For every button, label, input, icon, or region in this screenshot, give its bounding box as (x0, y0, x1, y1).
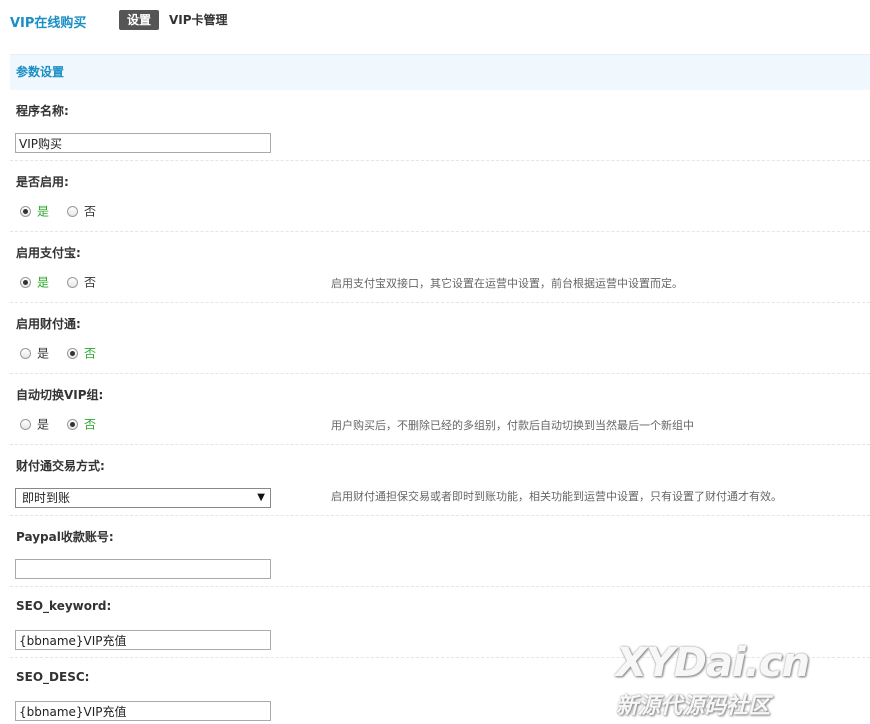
auto-switch-label: 自动切换VIP组: (16, 388, 104, 402)
top-nav: VIP在线购买 设置 VIP卡管理 (10, 0, 860, 40)
option-label: 否 (84, 275, 97, 290)
alipay-option-no[interactable]: 否 (67, 273, 96, 291)
row-tenpay: 启用财付通: 是 否 (10, 303, 870, 374)
tab-vip-card-management[interactable]: VIP卡管理 (169, 10, 228, 30)
tenpay-mode-value: 即时到账 (22, 491, 71, 505)
auto-switch-option-no[interactable]: 否 (67, 415, 96, 433)
enabled-option-yes[interactable]: 是 (20, 202, 49, 220)
enabled-option-no[interactable]: 否 (67, 202, 96, 220)
radio-checked-icon[interactable] (67, 419, 78, 430)
paypal-label: Paypal收款账号: (16, 530, 114, 544)
auto-switch-hint: 用户购买后，不删除已经的多组别，付款后自动切换到当然最后一个新组中 (331, 419, 694, 432)
option-label: 是 (37, 346, 50, 361)
option-label: 否 (84, 346, 97, 361)
tenpay-mode-hint: 启用财付通担保交易或者即时到账功能，相关功能到运营中设置，只有设置了财付通才有效… (331, 490, 782, 503)
row-alipay: 启用支付宝: 是 否 启用支付宝双接口，其它设置在运营中设置，前台根据运营中设置… (10, 232, 870, 303)
alipay-hint: 启用支付宝双接口，其它设置在运营中设置，前台根据运营中设置而定。 (331, 277, 683, 290)
watermark-line2: 新源代源码社区 (616, 694, 771, 719)
tenpay-mode-label: 财付通交易方式: (16, 459, 105, 473)
seo-keyword-input[interactable] (15, 630, 271, 650)
row-program-name: 程序名称: (10, 90, 870, 161)
program-name-label: 程序名称: (16, 104, 69, 118)
seo-desc-input[interactable] (15, 701, 271, 721)
option-label: 是 (37, 204, 50, 219)
alipay-label: 启用支付宝: (16, 246, 81, 260)
paypal-input[interactable] (15, 559, 271, 579)
watermark: XYDai.cn 新源代源码社区 (612, 640, 852, 720)
triangle-down-icon[interactable]: ▼ (257, 489, 265, 507)
alipay-option-yes[interactable]: 是 (20, 273, 49, 291)
row-enabled: 是否启用: 是 否 (10, 161, 870, 232)
row-tenpay-mode: 财付通交易方式: 即时到账 ▼ 启用财付通担保交易或者即时到账功能，相关功能到运… (10, 445, 870, 516)
radio-unchecked-icon[interactable] (20, 419, 31, 430)
option-label: 是 (37, 275, 50, 290)
watermark-line1: XYDai.cn (616, 640, 810, 686)
seo-desc-label: SEO_DESC: (16, 670, 90, 684)
tenpay-option-no[interactable]: 否 (67, 344, 96, 362)
tenpay-label: 启用财付通: (16, 317, 81, 331)
radio-checked-icon[interactable] (67, 348, 78, 359)
option-label: 否 (84, 417, 97, 432)
seo-keyword-label: SEO_keyword: (16, 599, 112, 613)
auto-switch-option-yes[interactable]: 是 (20, 415, 49, 433)
radio-unchecked-icon[interactable] (67, 206, 78, 217)
radio-checked-icon[interactable] (20, 277, 31, 288)
section-title: 参数设置 (10, 54, 870, 90)
option-label: 否 (84, 204, 97, 219)
enabled-label: 是否启用: (16, 175, 69, 189)
program-name-input[interactable] (15, 133, 271, 153)
row-auto-switch: 自动切换VIP组: 是 否 用户购买后，不删除已经的多组别，付款后自动切换到当然… (10, 374, 870, 445)
radio-checked-icon[interactable] (20, 206, 31, 217)
tenpay-mode-select[interactable]: 即时到账 ▼ (15, 488, 271, 508)
app-title[interactable]: VIP在线购买 (10, 12, 86, 31)
option-label: 是 (37, 417, 50, 432)
tab-settings[interactable]: 设置 (119, 10, 159, 30)
row-paypal: Paypal收款账号: (10, 516, 870, 587)
radio-unchecked-icon[interactable] (20, 348, 31, 359)
radio-unchecked-icon[interactable] (67, 277, 78, 288)
tenpay-option-yes[interactable]: 是 (20, 344, 49, 362)
